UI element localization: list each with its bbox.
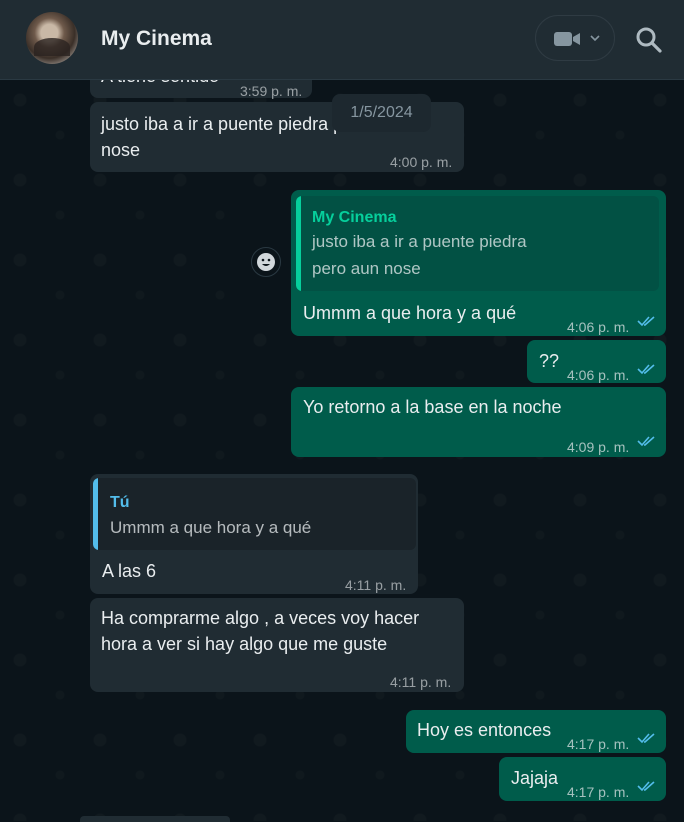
message-time: 4:06 p. m. bbox=[567, 367, 630, 383]
chat-header: My Cinema bbox=[0, 0, 684, 80]
emoji-reaction-button[interactable] bbox=[251, 247, 281, 277]
message-text-line2: nose bbox=[101, 140, 141, 160]
double-check-read-icon bbox=[637, 316, 655, 327]
double-check-read-icon bbox=[637, 733, 655, 744]
video-call-icon bbox=[554, 32, 580, 46]
message-bubble-outgoing[interactable]: Hoy es entonces 4:17 p. m. bbox=[406, 710, 666, 753]
message-bubble-outgoing[interactable]: Yo retorno a la base en la noche 4:09 p.… bbox=[291, 387, 666, 457]
message-bubble-outgoing[interactable]: My Cinema justo iba a ir a puente piedra… bbox=[291, 190, 666, 336]
contact-avatar[interactable] bbox=[26, 12, 78, 64]
message-time: 4:11 p. m. bbox=[345, 577, 407, 593]
message-bubble-outgoing[interactable]: ?? 4:06 p. m. bbox=[527, 340, 666, 383]
video-call-button[interactable] bbox=[535, 15, 615, 61]
message-time: 4:17 p. m. bbox=[567, 784, 630, 800]
message-text: Jajaja bbox=[511, 768, 559, 788]
quote-author: My Cinema bbox=[312, 209, 397, 226]
message-time: 4:09 p. m. bbox=[567, 439, 630, 455]
double-check-read-icon bbox=[637, 781, 655, 792]
quote-text-line1: justo iba a ir a puente piedra bbox=[312, 232, 527, 251]
message-time: 3:59 p. m. bbox=[240, 83, 303, 99]
message-time: 4:06 p. m. bbox=[567, 319, 630, 335]
double-check-read-icon bbox=[637, 436, 655, 447]
message-text-line1: Ha comprarme algo , a veces voy hacer bbox=[101, 608, 420, 628]
quote-author: Tú bbox=[110, 494, 130, 511]
message-time: 4:11 p. m. bbox=[390, 674, 452, 690]
partial-message-bubble bbox=[80, 816, 230, 822]
message-text: Yo retorno a la base en la noche bbox=[303, 397, 562, 417]
message-bubble-incoming[interactable]: Ha comprarme algo , a veces voy hacer ho… bbox=[90, 598, 464, 692]
message-time: 4:00 p. m. bbox=[390, 154, 453, 170]
emoji-smiley-icon bbox=[257, 253, 275, 271]
quoted-message[interactable]: My Cinema justo iba a ir a puente piedra… bbox=[296, 196, 659, 291]
date-separator: 1/5/2024 bbox=[332, 94, 431, 132]
quoted-message[interactable]: Tú Ummm a que hora y a qué bbox=[93, 478, 416, 550]
contact-name[interactable]: My Cinema bbox=[101, 27, 212, 51]
message-text-line2: hora a ver si hay algo que me guste bbox=[101, 634, 388, 654]
quote-text-line2: pero aun nose bbox=[312, 259, 421, 278]
quote-accent-bar bbox=[296, 196, 301, 291]
message-text: A las 6 bbox=[102, 561, 157, 581]
double-check-read-icon bbox=[637, 364, 655, 375]
message-bubble-outgoing[interactable]: Jajaja 4:17 p. m. bbox=[499, 757, 666, 801]
message-bubble-incoming[interactable]: Tú Ummm a que hora y a qué A las 6 4:11 … bbox=[90, 474, 418, 594]
message-text: ?? bbox=[539, 351, 560, 371]
chevron-down-icon bbox=[590, 35, 600, 42]
quote-accent-bar bbox=[93, 478, 98, 550]
message-time: 4:17 p. m. bbox=[567, 736, 630, 752]
message-text: Hoy es entonces bbox=[417, 720, 552, 740]
search-icon[interactable] bbox=[635, 26, 663, 54]
message-text: Ummm a que hora y a qué bbox=[303, 303, 517, 323]
quote-text-line1: Ummm a que hora y a qué bbox=[110, 518, 312, 537]
